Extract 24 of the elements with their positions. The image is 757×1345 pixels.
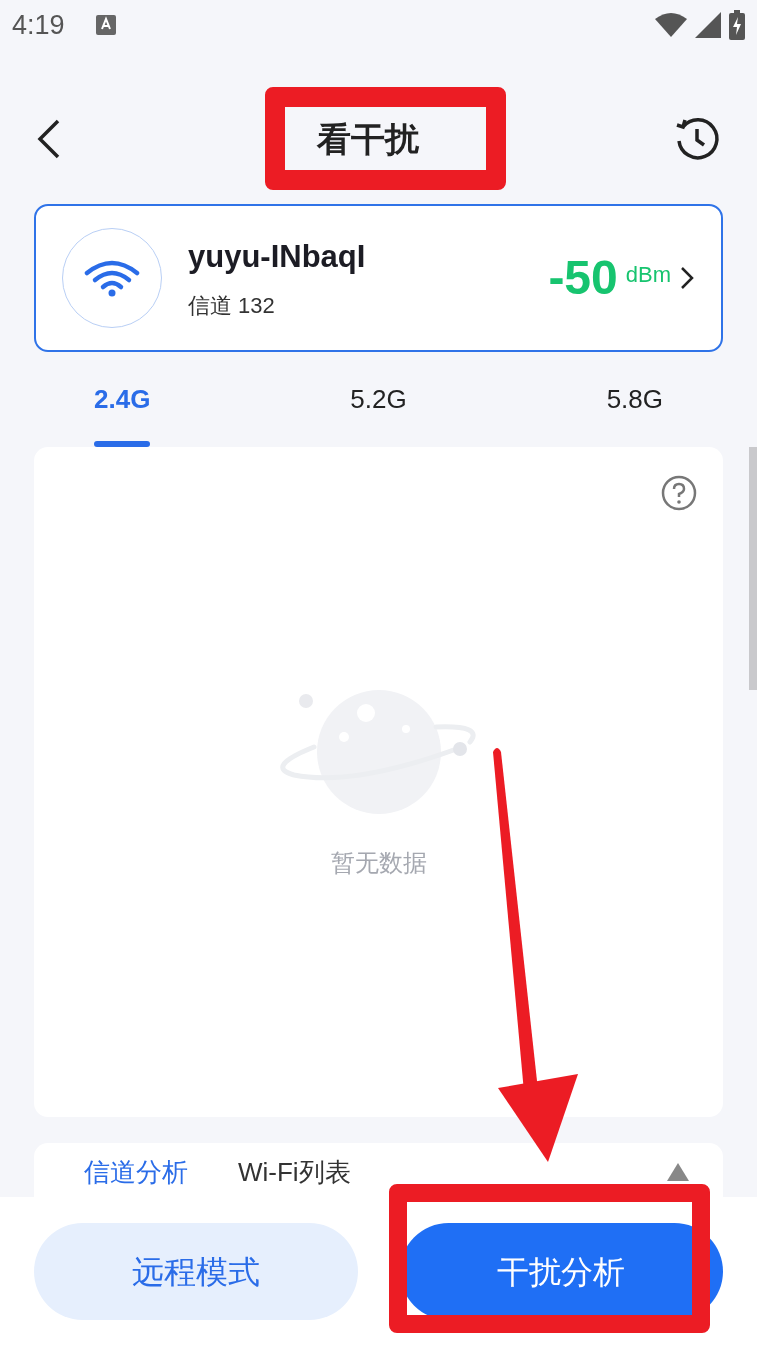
wifi-icon bbox=[84, 259, 140, 297]
band-tab[interactable]: 2.4G bbox=[60, 352, 185, 447]
battery-charging-icon bbox=[729, 10, 745, 40]
status-time: 4:19 bbox=[12, 8, 65, 42]
analysis-tab[interactable]: 信道分析 bbox=[84, 1157, 188, 1187]
channel-label: 信道 132 bbox=[188, 291, 276, 320]
caret-up-icon[interactable] bbox=[667, 1163, 689, 1181]
back-icon[interactable] bbox=[36, 119, 62, 159]
analysis-tab[interactable]: Wi-Fi列表 bbox=[238, 1157, 351, 1187]
history-icon[interactable] bbox=[673, 115, 721, 163]
signal-value: -50 bbox=[548, 250, 618, 306]
action-button[interactable]: 远程模式 bbox=[34, 1223, 358, 1320]
wifi-signal-icon bbox=[655, 13, 687, 37]
help-icon[interactable] bbox=[661, 475, 697, 511]
tab-indicator bbox=[94, 441, 151, 447]
band-tab[interactable]: 5.2G bbox=[316, 352, 441, 447]
cell-signal-icon bbox=[695, 12, 721, 38]
signal-unit: dBm bbox=[625, 260, 671, 289]
keyboard-notification-icon bbox=[94, 14, 117, 36]
page-title: 看干扰 bbox=[316, 118, 419, 160]
empty-state-text: 暂无数据 bbox=[330, 848, 427, 878]
band-tab[interactable]: 5.8G bbox=[572, 352, 697, 447]
network-name: yuyu-INbaqI bbox=[188, 238, 366, 277]
chevron-right-icon bbox=[679, 265, 695, 291]
